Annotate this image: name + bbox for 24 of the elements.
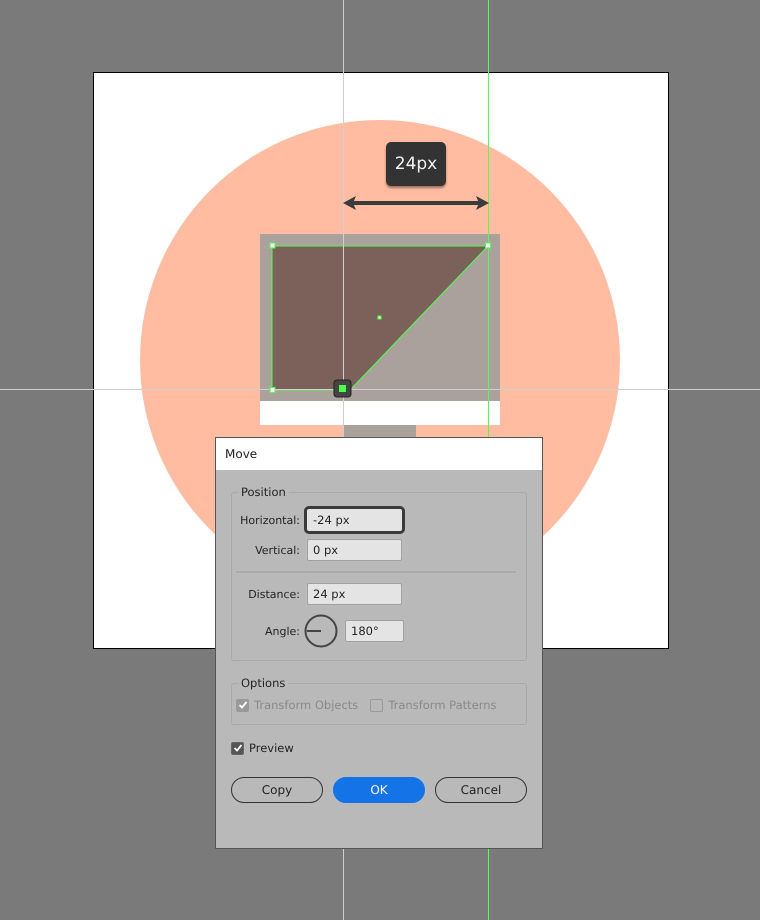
- input-field[interactable]: 24 px: [307, 583, 402, 605]
- dialog-button[interactable]: Copy: [231, 777, 323, 803]
- angle-dial-icon[interactable]: [304, 614, 338, 648]
- anchor-point[interactable]: [334, 380, 352, 398]
- field-label: Horizontal:: [239, 514, 300, 526]
- input-field[interactable]: 0 px: [307, 539, 402, 561]
- center-point: [378, 316, 382, 320]
- selection-handle: [270, 387, 276, 393]
- selection-handle: [270, 242, 276, 248]
- group-label: Options: [238, 676, 288, 690]
- dialog-button[interactable]: Cancel: [435, 777, 527, 803]
- checkmark-icon: [232, 743, 242, 753]
- measure-tooltip: 24px: [386, 142, 446, 186]
- field-label: Angle:: [264, 624, 300, 638]
- input-field[interactable]: -24 px: [307, 509, 402, 531]
- checkbox[interactable]: Preview: [231, 741, 527, 755]
- selection-handle: [485, 242, 491, 248]
- input-field[interactable]: 180°: [345, 620, 404, 642]
- field-label: Distance:: [247, 588, 300, 600]
- dialog-title: Move: [216, 438, 542, 470]
- ok-button[interactable]: OK: [333, 777, 425, 803]
- group-label: Position: [238, 485, 289, 499]
- checkmark-icon: [238, 700, 248, 710]
- field-label: Vertical:: [254, 544, 300, 556]
